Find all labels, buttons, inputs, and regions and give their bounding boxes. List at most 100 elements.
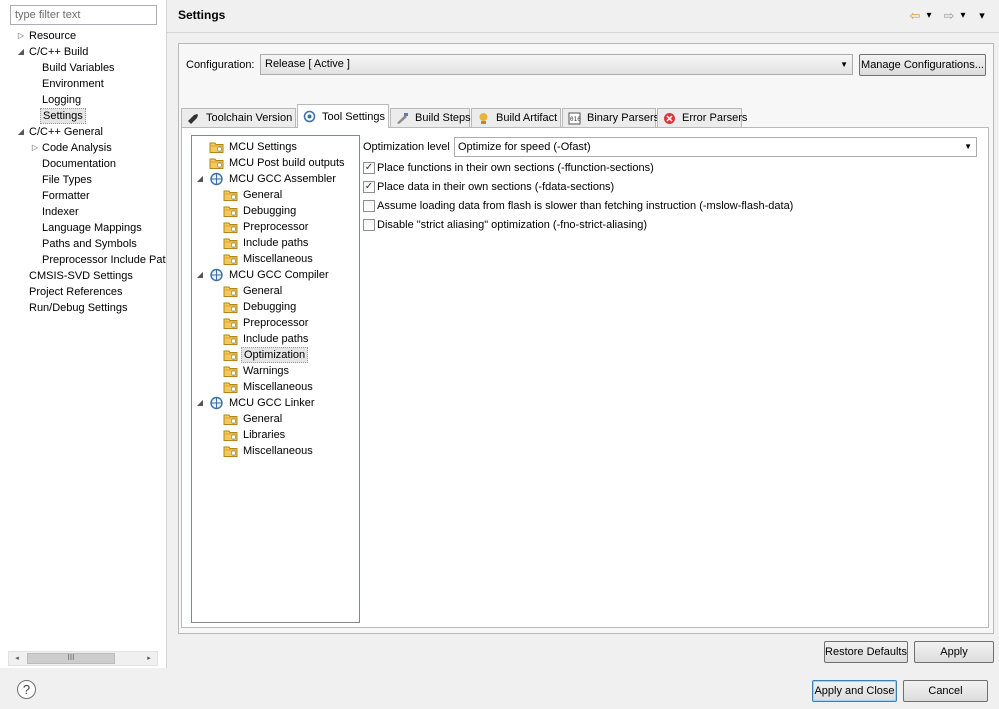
nav-item[interactable]: Settings bbox=[0, 108, 166, 124]
collapse-arrow-icon[interactable]: ◢ bbox=[195, 171, 205, 187]
tool-tree-item-label: Include paths bbox=[243, 237, 309, 249]
nav-item-label: File Types bbox=[42, 174, 92, 186]
nav-item[interactable]: Logging bbox=[0, 92, 166, 108]
settings-folder-icon bbox=[209, 140, 224, 154]
tool-tree-item-label: General bbox=[243, 413, 283, 425]
forward-arrow-icon[interactable]: ⇨ bbox=[942, 8, 956, 24]
nav-item[interactable]: ▷ Code Analysis bbox=[0, 140, 166, 156]
tab-tool-settings[interactable]: Tool Settings bbox=[297, 104, 389, 128]
tool-settings-tree: MCU Settings MCU Post build outputs ◢ MCU G… bbox=[191, 135, 360, 623]
tool-tree-item-label: Miscellaneous bbox=[243, 253, 313, 265]
nav-item[interactable]: Run/Debug Settings bbox=[0, 300, 166, 316]
tool-tree-item-label: MCU GCC Compiler bbox=[229, 269, 329, 281]
settings-folder-icon bbox=[223, 380, 238, 394]
checkbox[interactable]: ✓ bbox=[363, 162, 375, 174]
tool-tree-item-label: Warnings bbox=[243, 365, 290, 377]
tool-tree-item-label: MCU Post build outputs bbox=[229, 157, 345, 169]
nav-item[interactable]: Paths and Symbols bbox=[0, 236, 166, 252]
tool-tree-item-label: Preprocessor bbox=[243, 221, 309, 233]
apply-and-close-button[interactable]: Apply and Close bbox=[812, 680, 897, 702]
scroll-thumb[interactable]: III bbox=[27, 653, 115, 664]
nav-item[interactable]: CMSIS-SVD Settings bbox=[0, 268, 166, 284]
nav-item[interactable]: Documentation bbox=[0, 156, 166, 172]
nav-item-label: Run/Debug Settings bbox=[29, 302, 128, 314]
tab-toolchain-version[interactable]: Toolchain Version bbox=[181, 108, 296, 127]
settings-folder-icon bbox=[223, 284, 238, 298]
collapse-arrow-icon[interactable]: ◢ bbox=[195, 267, 205, 283]
nav-item[interactable]: Project References bbox=[0, 284, 166, 300]
optimization-level-select[interactable]: Optimize for speed (-Ofast) ▼ bbox=[454, 137, 977, 157]
tool-tree-item-label: Preprocessor bbox=[243, 317, 309, 329]
tool-settings-icon bbox=[303, 110, 316, 123]
tab-build-artifact[interactable]: Build Artifact bbox=[471, 108, 561, 127]
nav-item-label: Paths and Symbols bbox=[42, 238, 137, 250]
settings-folder-icon bbox=[223, 300, 238, 314]
manage-configurations-button[interactable]: Manage Configurations... bbox=[859, 54, 986, 76]
nav-item-label: C/C++ Build bbox=[29, 46, 89, 58]
page-title: Settings bbox=[178, 8, 226, 22]
expand-arrow-icon[interactable]: ▷ bbox=[16, 28, 26, 44]
checkbox[interactable] bbox=[363, 219, 375, 231]
nav-item[interactable]: File Types bbox=[0, 172, 166, 188]
scroll-right-arrow-icon[interactable]: ▸ bbox=[142, 652, 156, 665]
apply-button[interactable]: Apply bbox=[914, 641, 994, 663]
tool-tree-item-label: Miscellaneous bbox=[243, 381, 313, 393]
nav-horizontal-scrollbar[interactable]: ◂ III ▸ bbox=[8, 651, 158, 666]
configuration-select[interactable]: Release [ Active ] ▼ bbox=[260, 54, 853, 75]
nav-item-label: Preprocessor Include Pat bbox=[42, 254, 166, 266]
nav-item[interactable]: Indexer bbox=[0, 204, 166, 220]
nav-item[interactable]: Preprocessor Include Pat bbox=[0, 252, 166, 268]
tool-tree-item-label: MCU GCC Linker bbox=[229, 397, 315, 409]
settings-folder-icon bbox=[223, 204, 238, 218]
tool-tree-item-label: MCU Settings bbox=[229, 141, 297, 153]
forward-menu-chevron-icon[interactable]: ▾ bbox=[958, 8, 968, 24]
tab-label: Binary Parsers bbox=[587, 112, 660, 124]
checkbox[interactable] bbox=[363, 200, 375, 212]
title-separator bbox=[167, 32, 999, 33]
nav-item[interactable]: Language Mappings bbox=[0, 220, 166, 236]
cancel-button[interactable]: Cancel bbox=[903, 680, 988, 702]
settings-folder-icon bbox=[223, 188, 238, 202]
restore-defaults-button[interactable]: Restore Defaults bbox=[824, 641, 908, 663]
nav-item[interactable]: Build Variables bbox=[0, 60, 166, 76]
settings-folder-icon bbox=[223, 220, 238, 234]
collapse-arrow-icon[interactable]: ◢ bbox=[16, 44, 26, 60]
back-menu-chevron-icon[interactable]: ▾ bbox=[924, 8, 934, 24]
expand-arrow-icon[interactable]: ▷ bbox=[30, 140, 40, 156]
tab-label: Error Parsers bbox=[682, 112, 748, 124]
tab-build-steps[interactable]: Build Steps bbox=[390, 108, 471, 127]
nav-item-label: Documentation bbox=[42, 158, 116, 170]
collapse-arrow-icon[interactable]: ◢ bbox=[195, 395, 205, 411]
nav-item-label: CMSIS-SVD Settings bbox=[29, 270, 133, 282]
nav-item-label: Resource bbox=[29, 30, 77, 42]
nav-item[interactable]: ◢ C/C++ Build bbox=[0, 44, 166, 60]
settings-folder-icon bbox=[223, 364, 238, 378]
nav-item[interactable]: Environment bbox=[0, 76, 166, 92]
tab-error-parsers[interactable]: Error Parsers bbox=[657, 108, 747, 127]
nav-item[interactable]: ◢ C/C++ General bbox=[0, 124, 166, 140]
checkbox-label: Place data in their own sections (-fdata… bbox=[377, 181, 615, 193]
collapse-arrow-icon[interactable]: ◢ bbox=[16, 124, 26, 140]
view-menu-icon[interactable]: ▾ bbox=[976, 8, 988, 24]
back-arrow-icon[interactable]: ⇦ bbox=[908, 8, 922, 24]
configuration-value: Release [ Active ] bbox=[265, 58, 350, 70]
nav-item-label: Environment bbox=[42, 78, 104, 90]
filter-input[interactable] bbox=[10, 5, 157, 25]
nav-item-label: Indexer bbox=[42, 206, 79, 218]
nav-item-label: Project References bbox=[29, 286, 123, 298]
tab-binary-parsers[interactable]: 010 Binary Parsers bbox=[562, 108, 660, 127]
settings-folder-icon bbox=[223, 428, 238, 442]
nav-item[interactable]: ▷ Resource bbox=[0, 28, 166, 44]
preference-tree: ▷ Resource ◢ C/C++ Build Build Variables Envi… bbox=[0, 28, 166, 316]
tool-tree-item-label: Debugging bbox=[243, 301, 297, 313]
tool-tree-item-label: Libraries bbox=[243, 429, 286, 441]
toolchain-icon bbox=[187, 112, 200, 125]
scroll-left-arrow-icon[interactable]: ◂ bbox=[10, 652, 24, 665]
tool-tree-item-label: Miscellaneous bbox=[243, 445, 313, 457]
help-icon[interactable]: ? bbox=[17, 680, 36, 699]
nav-item[interactable]: Formatter bbox=[0, 188, 166, 204]
tool-tree-item-label: General bbox=[243, 189, 283, 201]
optimization-level-value: Optimize for speed (-Ofast) bbox=[458, 141, 591, 153]
tool-tree-item-label: Optimization bbox=[241, 347, 309, 363]
checkbox[interactable]: ✓ bbox=[363, 181, 375, 193]
